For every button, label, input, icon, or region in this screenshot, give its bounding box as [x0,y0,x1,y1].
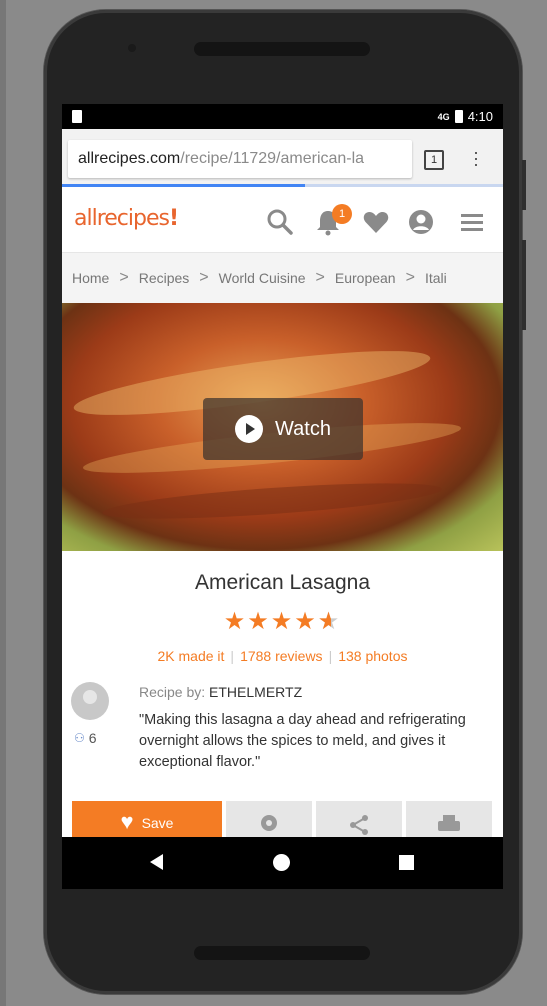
breadcrumb-italian[interactable]: Itali [425,270,447,286]
author-name[interactable]: ETHELMERTZ [209,684,302,700]
profile-icon[interactable] [407,208,435,236]
sim-icon [72,110,82,123]
print-button[interactable] [406,801,492,841]
search-icon[interactable] [266,208,294,236]
menu-icon[interactable] [458,208,486,236]
breadcrumb: Home > Recipes > World Cuisine > Europea… [62,253,503,303]
chevron-right-icon: > [199,269,209,286]
save-label: Save [141,815,174,831]
recipe-by-label: Recipe by: [139,684,206,700]
home-icon[interactable] [273,854,290,871]
recipe-stats: 2K made it | 1788 reviews | 138 photos [157,648,408,664]
reviews-link[interactable]: 1788 reviews [240,648,323,664]
notification-badge: 1 [332,204,352,224]
front-camera [128,44,136,52]
author-avatar[interactable] [71,682,109,720]
half-star-icon: ★ ★ [317,607,342,635]
watch-video-button[interactable]: Watch [203,398,363,460]
star-icon: ★ [247,607,271,635]
star-rating[interactable]: ★★★★★ ★ [62,607,503,635]
recipe-by: Recipe by: ETHELMERTZ [139,684,302,700]
volume-button [522,240,526,330]
share-button[interactable] [316,801,402,841]
overflow-menu-icon[interactable]: · · · [470,143,482,173]
photo-detail [101,476,443,526]
star-icon: ★ [223,607,248,635]
url-domain: allrecipes.com [78,150,181,167]
made-it-link[interactable]: 2K made it [157,648,224,664]
power-button [522,160,526,210]
chevron-right-icon: > [315,269,325,286]
page-load-progress [62,184,503,187]
star-icon: ★ [294,607,318,635]
heart-icon[interactable] [362,208,390,236]
back-icon[interactable] [150,854,163,870]
watch-label: Watch [275,417,331,440]
status-bar: 4G 4:10 [62,104,503,129]
breadcrumb-recipes[interactable]: Recipes [139,270,190,286]
battery-icon [454,110,463,123]
print-icon [438,815,460,831]
star-icon: ★ [270,607,295,635]
recipe-photo[interactable]: Watch [62,303,503,551]
breadcrumb-european[interactable]: European [335,270,396,286]
pin-button[interactable] [226,801,312,841]
android-nav-bar [62,837,503,889]
url-path: /recipe/11729/american-la [180,150,365,167]
phone-screen: 4G 4:10 allrecipes.com/recipe/11729/amer… [62,104,503,889]
address-bar[interactable]: allrecipes.com/recipe/11729/american-la [68,140,412,178]
pin-icon [261,815,277,831]
site-header: allrecipes! 1 [62,188,503,253]
recent-apps-icon[interactable] [399,855,414,870]
photos-link[interactable]: 138 photos [338,648,407,664]
logo-text: allrecipes [74,206,170,231]
action-bar: ♥ Save [72,801,492,841]
followers-icon: ⚇ [74,731,85,745]
author-followers: ⚇ 6 [74,730,97,746]
signal-icon: 4G [437,111,450,122]
heart-icon: ♥ [120,809,134,834]
status-time: 4:10 [467,109,493,124]
browser-toolbar: allrecipes.com/recipe/11729/american-la … [62,129,503,185]
window-edge [0,0,6,1006]
tab-switcher-button[interactable]: 1 [424,150,444,170]
breadcrumb-home[interactable]: Home [72,270,109,286]
chevron-right-icon: > [405,269,415,286]
chevron-right-icon: > [119,269,129,286]
top-speaker [194,42,370,56]
breadcrumb-world-cuisine[interactable]: World Cuisine [219,270,306,286]
bottom-speaker [194,946,370,960]
followers-count: 6 [88,730,97,746]
share-icon [350,815,368,835]
play-icon [235,415,264,443]
save-button[interactable]: ♥ Save [72,801,222,841]
site-logo[interactable]: allrecipes! [74,206,179,231]
recipe-description: "Making this lasagna a day ahead and ref… [139,712,466,770]
recipe-title: American Lasagna [194,571,371,594]
progress-fill [62,184,305,187]
